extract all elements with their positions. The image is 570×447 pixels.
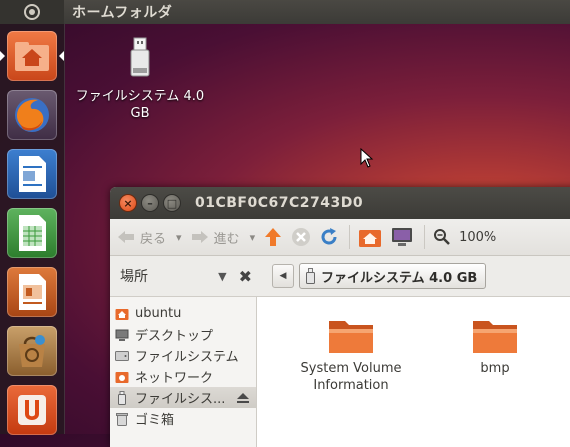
back-label: 戻る [140,231,167,247]
top-panel: ホームフォルダ [0,0,570,24]
launcher-software-center[interactable] [7,326,57,376]
panel-app-title: ホームフォルダ [72,5,173,21]
eject-icon[interactable] [236,392,250,404]
sidebar-item-desktop[interactable]: デスクトップ [110,324,256,345]
sidebar-item-home[interactable]: ubuntu [110,303,256,324]
file-name: bmp [480,361,510,376]
file-item-bmp[interactable]: bmp [425,315,565,377]
ubuntu-logo-icon [24,4,40,20]
file-view: System Volume Information bmp [257,297,570,447]
file-item-system-volume-information[interactable]: System Volume Information [281,315,421,394]
harddisk-icon [115,350,129,361]
sidebar-item-label: デスクトップ [135,329,214,344]
launcher-writer[interactable] [7,149,57,199]
focus-indicator [59,51,64,61]
stop-button[interactable] [291,227,311,247]
window-titlebar[interactable]: × – □ 01CBF0C67C2743D0 [110,187,570,219]
launcher-firefox[interactable] [7,90,57,140]
reload-button[interactable] [319,227,339,247]
home-button[interactable] [358,226,382,248]
network-icon [115,371,129,383]
active-indicator [0,51,5,61]
usb-drive-icon [306,268,315,284]
sidebar-item-label: ファイルシス... [135,392,226,407]
window-minimize-button[interactable]: – [141,194,159,212]
window-maximize-button[interactable]: □ [163,194,181,212]
toolbar-separator-2 [424,225,426,249]
launcher-home-folder[interactable] [7,31,57,81]
mouse-cursor-icon [360,148,374,168]
sidebar-item-label: ゴミ箱 [135,413,175,428]
places-header: 場所 ▼ ✖ [110,266,262,286]
sidebar-item-trash[interactable]: ゴミ箱 [110,408,256,429]
home-folder-icon [15,42,49,71]
up-button[interactable] [263,226,283,248]
close-sidebar-icon[interactable]: ✖ [239,267,252,286]
breadcrumb-back-button[interactable]: ◀ [272,264,294,288]
home-icon [115,308,129,320]
launcher [0,24,65,435]
file-name: System Volume Information [300,361,402,393]
zoom-out-icon [434,229,450,245]
breadcrumb-current[interactable]: ファイルシステム 4.0 GB [299,263,487,289]
forward-button[interactable]: 進む [190,228,256,247]
breadcrumb-label: ファイルシステム 4.0 GB [321,270,478,286]
folder-icon [329,321,373,353]
libreoffice-calc-icon [19,215,46,251]
toolbar: 戻る 進む 100% [110,219,570,256]
places-sidebar: ubuntu デスクトップ ファイルシステム ネットワーク ファイルシス... [110,297,257,447]
libreoffice-writer-icon [19,156,46,192]
usb-drive-icon [130,37,150,77]
launcher-impress[interactable] [7,267,57,317]
ubuntu-software-center-icon [19,335,45,367]
back-button[interactable]: 戻る [116,228,182,247]
desktop-icon [115,329,129,341]
forward-label: 進む [213,231,240,247]
window-title: 01CBF0C67C2743D0 [195,195,364,211]
firefox-icon [15,98,49,132]
usb-drive-icon [118,390,126,405]
desktop-usb-label: ファイルシステム 4.0 GB [75,89,205,121]
sidebar-item-usb-drive[interactable]: ファイルシス... [110,387,256,408]
folder-icon [473,321,517,353]
trash-icon [116,412,128,426]
up-arrow-icon [265,228,282,246]
computer-button[interactable] [390,226,414,248]
dash-button[interactable] [0,0,64,24]
launcher-calc[interactable] [7,208,57,258]
forward-arrow-icon [191,231,208,243]
content-area: ubuntu デスクトップ ファイルシステム ネットワーク ファイルシス... [110,297,570,447]
window-close-button[interactable]: × [119,194,137,212]
sidebar-item-network[interactable]: ネットワーク [110,366,256,387]
computer-icon [392,228,413,246]
toolbar-separator [349,225,351,249]
launcher-ubuntu-one[interactable] [7,385,57,435]
back-arrow-icon [118,231,134,243]
home-folder-icon [359,230,382,247]
sidebar-item-label: ネットワーク [135,371,214,386]
sidebar-item-label: ubuntu [135,306,182,321]
reload-icon [321,228,337,245]
zoom-level: 100% [459,229,497,245]
sidebar-item-label: ファイルシステム [135,350,239,365]
zoom-out-button[interactable] [433,228,451,246]
libreoffice-impress-icon [19,274,46,310]
ubuntu-one-icon [18,395,46,425]
location-bar: 場所 ▼ ✖ ◀ ファイルシステム 4.0 GB [110,256,570,297]
places-label: 場所 [120,269,148,285]
desktop-usb-drive[interactable]: ファイルシステム 4.0 GB [72,36,208,122]
stop-icon [292,228,311,246]
sidebar-item-filesystem[interactable]: ファイルシステム [110,345,256,366]
file-manager-window: × – □ 01CBF0C67C2743D0 戻る 進む [110,187,570,447]
places-dropdown-icon[interactable]: ▼ [218,270,226,283]
